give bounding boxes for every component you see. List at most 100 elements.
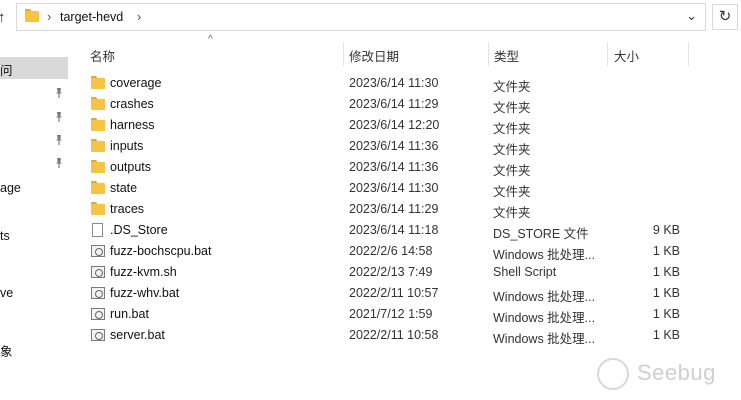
address-bar-row: ↑ › target-hevd › ⌄ ↻: [0, 0, 741, 36]
file-type: 文件夹: [493, 143, 531, 157]
file-name: harness: [110, 118, 155, 132]
file-name: coverage: [110, 76, 162, 90]
folder-icon: [91, 181, 105, 195]
file-size: 9 KB: [652, 223, 680, 237]
file-name: outputs: [110, 160, 152, 174]
file-date: 2022/2/11 10:58: [349, 328, 439, 342]
script-file-icon: [91, 286, 105, 300]
file-date: 2023/6/14 11:29: [349, 202, 439, 216]
address-bar[interactable]: › target-hevd › ⌄: [16, 3, 706, 31]
file-name: fuzz-bochscpu.bat: [110, 244, 212, 258]
file-row[interactable]: fuzz-bochscpu.bat 2022/2/6 14:58 Windows 批…: [80, 241, 741, 262]
file-type: 文件夹: [493, 164, 531, 178]
file-date: 2022/2/13 7:49: [349, 265, 433, 279]
file-name: server.bat: [110, 328, 165, 342]
file-type: 文件夹: [493, 185, 531, 199]
column-header-name[interactable]: 名称: [90, 46, 115, 65]
column-divider[interactable]: [688, 42, 689, 66]
file-date: 2022/2/6 14:58: [349, 244, 433, 258]
file-type: 文件夹: [493, 80, 531, 94]
file-size: 1 KB: [652, 286, 680, 300]
file-type: Windows 批处理...: [493, 248, 596, 262]
seebug-watermark: Seebug: [597, 356, 737, 394]
folder-icon: [91, 202, 105, 216]
folder-icon: [91, 118, 105, 132]
column-divider[interactable]: [607, 42, 608, 66]
breadcrumb-separator[interactable]: ›: [47, 9, 51, 24]
refresh-button[interactable]: ↻: [712, 4, 738, 30]
file-type: Shell Script: [493, 265, 557, 279]
file-date: 2023/6/14 12:20: [349, 118, 440, 132]
file-list: coverage 2023/6/14 11:30 文件夹 crashes 2023/6/…: [80, 73, 741, 346]
file-row[interactable]: server.bat 2022/2/11 10:58 Windows 批处理... 1…: [80, 325, 741, 346]
nav-item-3[interactable]: ve: [0, 286, 13, 300]
column-headers: ^ 名称 修改日期 类型 大小: [80, 34, 741, 68]
file-row[interactable]: crashes 2023/6/14 11:29 文件夹: [80, 94, 741, 115]
file-date: 2023/6/14 11:30: [349, 76, 439, 90]
watermark-text: Seebug: [637, 360, 716, 385]
column-header-type[interactable]: 类型: [494, 46, 519, 65]
file-name: .DS_Store: [110, 223, 168, 237]
file-row[interactable]: .DS_Store 2023/6/14 11:18 DS_STORE 文件 9 KB: [80, 220, 741, 241]
script-file-icon: [91, 244, 105, 258]
file-type: Windows 批处理...: [493, 290, 596, 304]
file-name: run.bat: [110, 307, 149, 321]
nav-item-1[interactable]: age: [0, 181, 21, 195]
file-row[interactable]: state 2023/6/14 11:30 文件夹: [80, 178, 741, 199]
file-date: 2023/6/14 11:36: [349, 139, 439, 153]
seebug-logo-icon: [597, 358, 629, 390]
file-icon: [91, 223, 105, 237]
file-size: 1 KB: [652, 265, 680, 279]
breadcrumb-target-hevd[interactable]: target-hevd: [60, 10, 123, 24]
file-row[interactable]: fuzz-kvm.sh 2022/2/13 7:49 Shell Script 1 K…: [80, 262, 741, 283]
column-divider[interactable]: [343, 42, 344, 66]
script-file-icon: [91, 328, 105, 342]
file-name: fuzz-kvm.sh: [110, 265, 177, 279]
breadcrumb-separator[interactable]: ›: [137, 9, 141, 24]
file-date: 2022/2/11 10:57: [349, 286, 439, 300]
nav-item-2[interactable]: ts: [0, 229, 10, 243]
file-row[interactable]: fuzz-whv.bat 2022/2/11 10:57 Windows 批处理..…: [80, 283, 741, 304]
sort-ascending-icon: ^: [208, 34, 213, 45]
column-header-date[interactable]: 修改日期: [349, 46, 399, 65]
file-row[interactable]: inputs 2023/6/14 11:36 文件夹: [80, 136, 741, 157]
file-type: Windows 批处理...: [493, 332, 596, 346]
file-type: DS_STORE 文件: [493, 227, 589, 241]
file-name: inputs: [110, 139, 144, 153]
file-size: 1 KB: [652, 328, 680, 342]
navigation-pane: 问 age ts ve 象: [0, 36, 72, 400]
file-type: Windows 批处理...: [493, 311, 596, 325]
folder-icon: [25, 9, 40, 22]
chevron-down-icon[interactable]: ⌄: [686, 8, 697, 24]
file-name: state: [110, 181, 138, 195]
file-name: traces: [110, 202, 145, 216]
folder-icon: [91, 160, 105, 174]
column-header-size[interactable]: 大小: [614, 46, 639, 65]
file-date: 2023/6/14 11:36: [349, 160, 439, 174]
folder-icon: [91, 97, 105, 111]
file-date: 2023/6/14 11:30: [349, 181, 439, 195]
file-date: 2021/7/12 1:59: [349, 307, 433, 321]
file-date: 2023/6/14 11:29: [349, 97, 439, 111]
file-date: 2023/6/14 11:18: [349, 223, 439, 237]
file-row[interactable]: traces 2023/6/14 11:29 文件夹: [80, 199, 741, 220]
column-divider[interactable]: [488, 42, 489, 66]
file-row[interactable]: run.bat 2021/7/12 1:59 Windows 批处理... 1 KB: [80, 304, 741, 325]
pin-icon[interactable]: [53, 134, 65, 146]
folder-icon: [91, 76, 105, 90]
up-arrow-icon[interactable]: ↑: [0, 8, 14, 28]
script-file-icon: [91, 265, 105, 279]
file-row[interactable]: outputs 2023/6/14 11:36 文件夹: [80, 157, 741, 178]
nav-item-4[interactable]: 象: [0, 341, 13, 360]
file-row[interactable]: harness 2023/6/14 12:20 文件夹: [80, 115, 741, 136]
nav-item-0[interactable]: 问: [0, 60, 13, 79]
script-file-icon: [91, 307, 105, 321]
file-type: 文件夹: [493, 122, 531, 136]
file-row[interactable]: coverage 2023/6/14 11:30 文件夹: [80, 73, 741, 94]
pin-icon[interactable]: [53, 157, 65, 169]
file-size: 1 KB: [652, 307, 680, 321]
pin-icon[interactable]: [53, 111, 65, 123]
file-size: 1 KB: [652, 244, 680, 258]
file-type: 文件夹: [493, 206, 531, 220]
pin-icon[interactable]: [53, 87, 65, 99]
